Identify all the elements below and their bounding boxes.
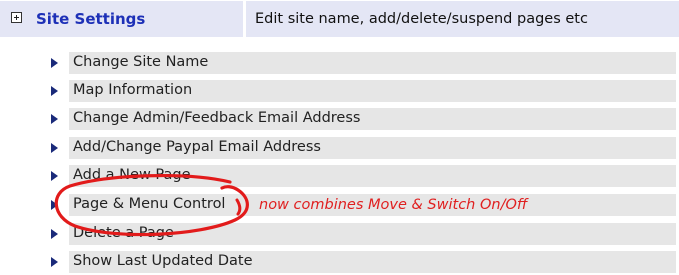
menu-item-page-menu-control[interactable]: Page & Menu Control [73,196,225,212]
menu-item-change-site-name[interactable]: Change Site Name [73,54,208,70]
list-item[interactable]: Change Admin/Feedback Email Address [0,108,679,132]
section-title[interactable]: Site Settings [36,10,145,28]
header-description-cell: Edit site name, add/delete/suspend pages… [246,1,679,37]
menu-item-delete-page[interactable]: Delete a Page [73,225,174,241]
arrow-right-icon [51,143,58,153]
list-item[interactable]: Add/Change Paypal Email Address [0,137,679,161]
arrow-right-icon [51,86,58,96]
list-item[interactable]: Change Site Name [0,52,679,76]
menu-item-map-information[interactable]: Map Information [73,82,192,98]
menu-item-show-last-updated[interactable]: Show Last Updated Date [73,253,253,269]
site-settings-header: Site Settings Edit site name, add/delete… [0,1,679,37]
plus-box-icon[interactable] [11,12,22,23]
arrow-right-icon [51,200,58,210]
list-item[interactable]: Delete a Page [0,223,679,247]
list-item[interactable]: Map Information [0,80,679,104]
arrow-right-icon [51,257,58,267]
arrow-right-icon [51,229,58,239]
menu-item-add-new-page[interactable]: Add a New Page [73,167,191,183]
section-description: Edit site name, add/delete/suspend pages… [255,11,588,27]
menu-item-change-admin-email[interactable]: Change Admin/Feedback Email Address [73,110,360,126]
list-item[interactable]: Show Last Updated Date [0,251,679,275]
menu-item-change-paypal-email[interactable]: Add/Change Paypal Email Address [73,139,321,155]
list-item[interactable]: Add a New Page [0,165,679,189]
header-title-cell[interactable]: Site Settings [0,1,243,37]
arrow-right-icon [51,58,58,68]
annotation-note: now combines Move & Switch On/Off [259,197,528,213]
arrow-right-icon [51,114,58,124]
arrow-right-icon [51,171,58,181]
